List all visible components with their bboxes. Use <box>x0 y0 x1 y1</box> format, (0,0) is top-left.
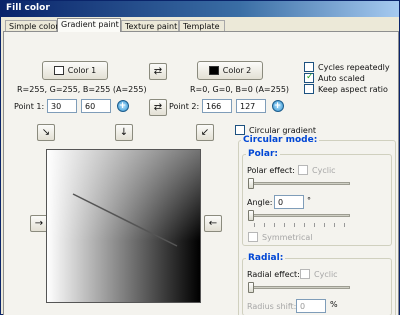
radial-title: Radial: <box>246 253 286 263</box>
polar-effect-thumb[interactable] <box>248 178 254 189</box>
color1-swatch <box>53 66 64 75</box>
auto-scaled-checkbox[interactable]: Auto scaled <box>304 72 365 83</box>
radius-shift-unit: % <box>330 300 338 309</box>
arrow-left-icon: ← <box>208 218 218 229</box>
arrow-down-right-icon: ↘ <box>41 127 51 138</box>
polar-effect-label: Polar effect: <box>247 166 295 175</box>
angle-thumb[interactable] <box>248 210 254 221</box>
cycles-repeatedly-checkbox[interactable]: Cycles repeatedly <box>304 62 390 72</box>
checkbox-box <box>304 62 314 72</box>
direction-top-button[interactable]: ↓ <box>115 124 133 141</box>
angle-ticks <box>254 223 350 227</box>
fill-color-window: Fill color Simple color Gradient paint T… <box>0 0 400 315</box>
keep-aspect-ratio-checkbox[interactable]: Keep aspect ratio <box>304 84 388 94</box>
radial-cyclic-checkbox[interactable]: Cyclic <box>300 269 338 279</box>
color1-rgba: R=255, G=255, B=255 (A=255) <box>17 85 147 94</box>
checkbox-box <box>304 84 314 94</box>
gradient-preview[interactable] <box>46 149 201 303</box>
point2-pick-button[interactable]: + <box>270 98 285 113</box>
color2-rgba: R=0, G=0, B=0 (A=255) <box>190 85 290 94</box>
tab-gradient-paint[interactable]: Gradient paint <box>57 18 121 32</box>
checkbox-box <box>235 125 245 135</box>
polar-title: Polar: <box>246 149 280 159</box>
color2-swatch <box>208 66 219 75</box>
swap-icon: ⇄ <box>153 66 163 77</box>
add-icon: + <box>271 99 284 112</box>
point2-y-input[interactable]: 127 <box>236 99 266 113</box>
checkbox-box <box>248 232 258 242</box>
window-title: Fill color <box>6 3 50 13</box>
polar-cyclic-checkbox[interactable]: Cyclic <box>298 165 336 175</box>
color1-button[interactable]: Color 1 <box>42 61 108 80</box>
angle-label: Angle: <box>247 198 273 207</box>
angle-unit: ° <box>307 196 311 205</box>
point1-label: Point 1: <box>14 102 45 111</box>
symmetrical-checkbox[interactable]: Symmetrical <box>248 232 313 242</box>
radius-shift-label: Radius shift: <box>247 302 297 311</box>
color2-button[interactable]: Color 2 <box>197 61 263 80</box>
direction-right-button[interactable]: ← <box>204 215 222 232</box>
swap-points-button[interactable]: ⇄ <box>149 99 167 116</box>
angle-input[interactable]: 0 <box>274 195 304 209</box>
gradient-direction-line <box>72 193 178 247</box>
point2-label: Point 2: <box>169 102 200 111</box>
arrow-right-icon: → <box>34 218 44 229</box>
angle-slider[interactable] <box>250 214 350 217</box>
point1-pick-button[interactable]: + <box>115 98 130 113</box>
radial-effect-slider[interactable] <box>250 286 350 289</box>
title-bar: Fill color <box>1 1 399 17</box>
direction-top-right-button[interactable]: ↙ <box>196 124 214 141</box>
circular-gradient-checkbox[interactable]: Circular gradient <box>235 125 316 135</box>
swap-colors-button[interactable]: ⇄ <box>149 63 167 80</box>
radius-shift-input[interactable]: 0 <box>296 299 326 313</box>
swap-icon: ⇄ <box>153 102 163 113</box>
point1-x-input[interactable]: 30 <box>47 99 77 113</box>
direction-top-left-button[interactable]: ↘ <box>37 124 55 141</box>
radial-effect-label: Radial effect: <box>247 270 300 279</box>
point1-y-input[interactable]: 60 <box>81 99 111 113</box>
point2-x-input[interactable]: 166 <box>202 99 232 113</box>
checkbox-box <box>298 165 308 175</box>
checkbox-box <box>304 72 314 83</box>
arrow-down-icon: ↓ <box>119 127 129 138</box>
checkbox-box <box>300 269 310 279</box>
tab-strip: Simple color Gradient paint Texture pain… <box>3 18 399 32</box>
polar-effect-slider[interactable] <box>250 182 350 185</box>
circular-mode-title: Circular mode: <box>241 135 320 145</box>
radial-effect-thumb[interactable] <box>248 282 254 293</box>
gradient-paint-panel: Color 1 R=255, G=255, B=255 (A=255) Poin… <box>3 31 399 315</box>
arrow-down-left-icon: ↙ <box>200 127 210 138</box>
add-icon: + <box>116 99 129 112</box>
